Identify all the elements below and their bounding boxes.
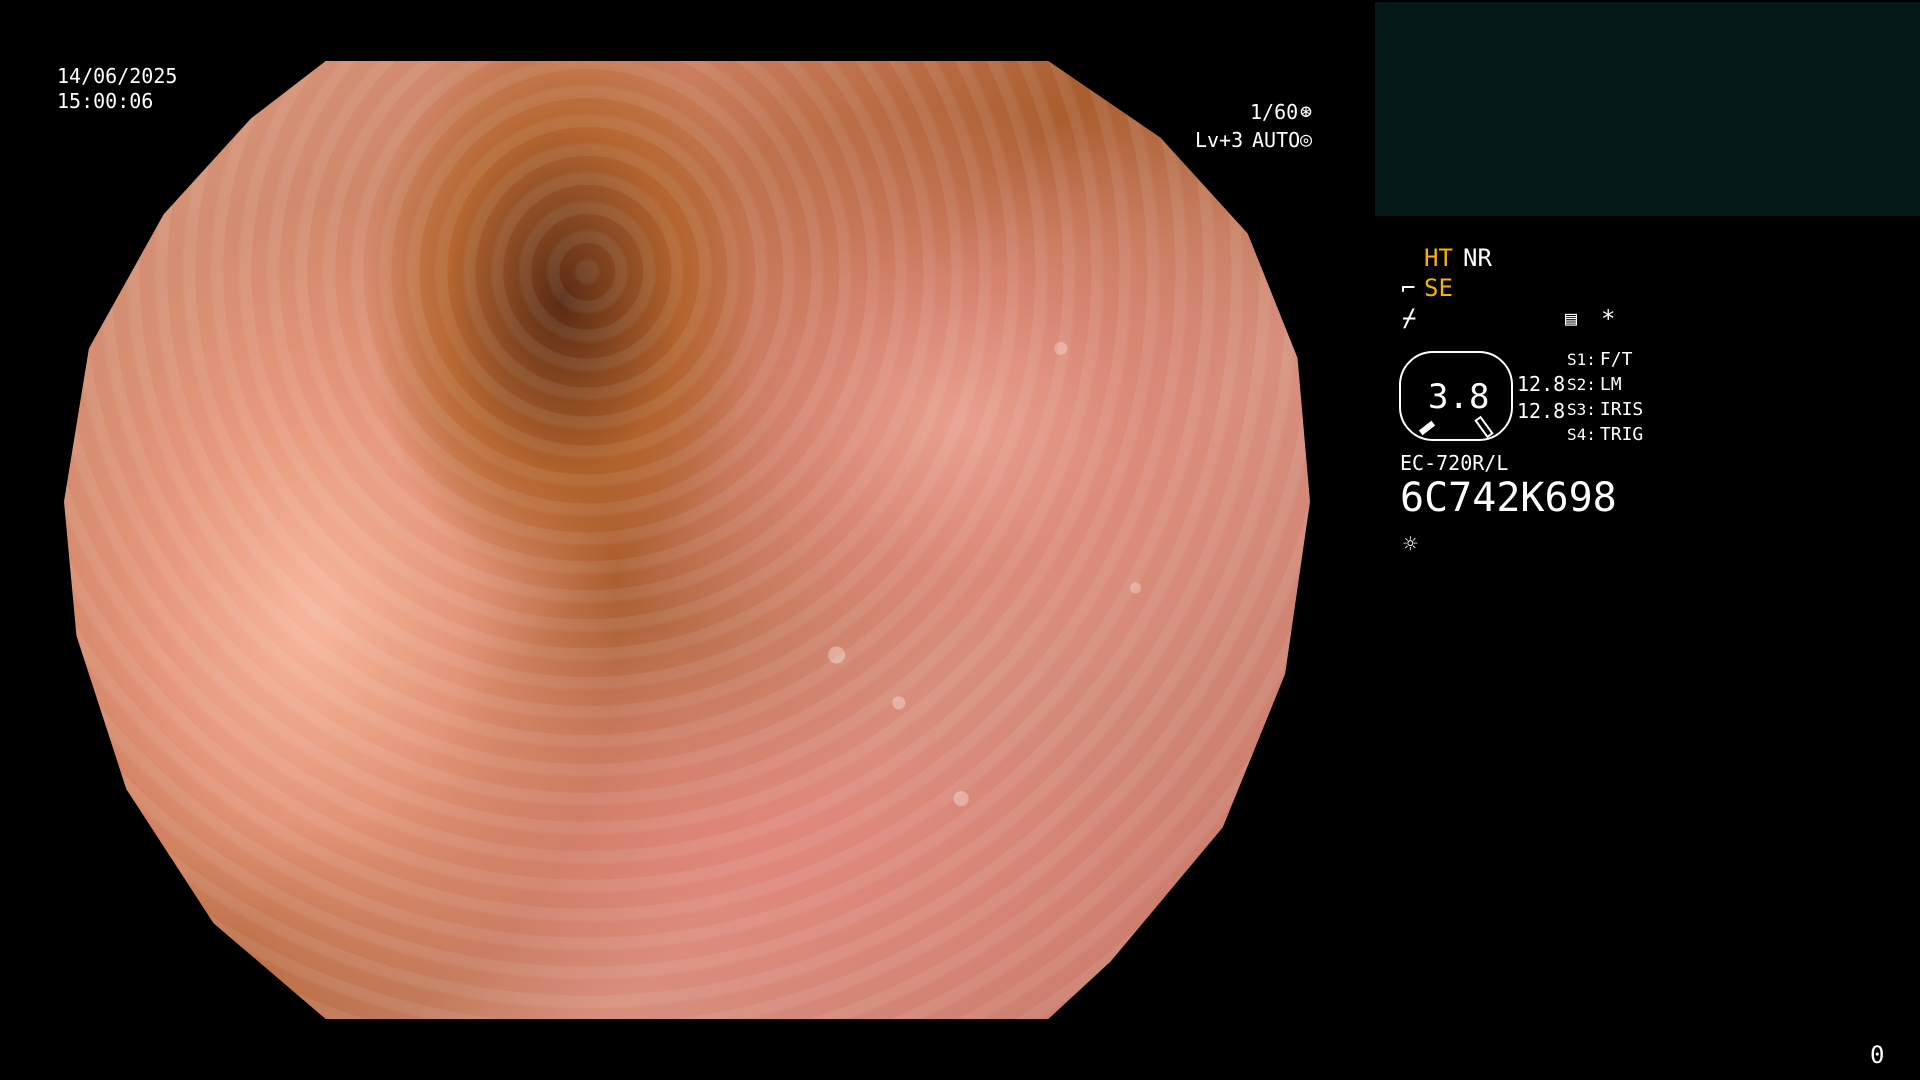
s1-row: S1: F/T [1567,351,1632,369]
sun-icon: ☼ [1403,530,1418,558]
s1-value: F/T [1599,349,1633,370]
left-readout-bottom: 12.8 [1517,399,1566,423]
dial-left-marker [1418,420,1436,436]
s3-value: IRIS [1599,399,1644,420]
s1-key: S1: [1567,350,1596,369]
left-readout-top: 12.8 [1517,372,1566,396]
menu-grid-icon: ▤ [1565,306,1578,330]
exposure-mode: AUTO [1252,128,1301,152]
s4-key: S4: [1567,425,1596,444]
s4-row: S4: TRIG [1567,426,1643,444]
scope-model: EC-720R/L [1400,451,1509,475]
se-label: SE [1424,274,1453,302]
endoscopy-display: 14/06/2025 15:00:06 1/60 ⊛ Lv+3 AUTO ◎ H… [0,0,1920,1080]
ht-label: HT [1424,244,1453,272]
asterisk-indicator: * [1601,305,1616,333]
s4-value: TRIG [1599,424,1644,445]
s3-row: S3: IRIS [1567,401,1643,419]
gear-icon: ◎ [1300,127,1313,151]
dial-value: 3.8 [1428,377,1490,417]
serial-number: 6C742K698 [1400,475,1617,521]
shutter-value: 1/60 [1250,100,1299,124]
hand-pointer-icon: ⌐ [1401,274,1416,302]
s2-value: LM [1599,374,1622,395]
time-display: 15:00:06 [57,89,154,113]
endoscopic-image [64,61,1310,1019]
aperture-icon: ⊛ [1300,99,1313,123]
dial-right-marker [1474,415,1494,439]
date-display: 14/06/2025 [57,64,178,88]
secondary-monitor-panel [1375,2,1920,216]
s3-key: S3: [1567,400,1596,419]
s2-key: S2: [1567,375,1596,394]
nr-label: NR [1463,244,1492,272]
s2-row: S2: LM [1567,376,1622,394]
slash-icon: ⌿ [1402,304,1417,332]
exposure-level: Lv+3 [1195,128,1244,152]
frame-counter: 0 [1870,1041,1885,1069]
